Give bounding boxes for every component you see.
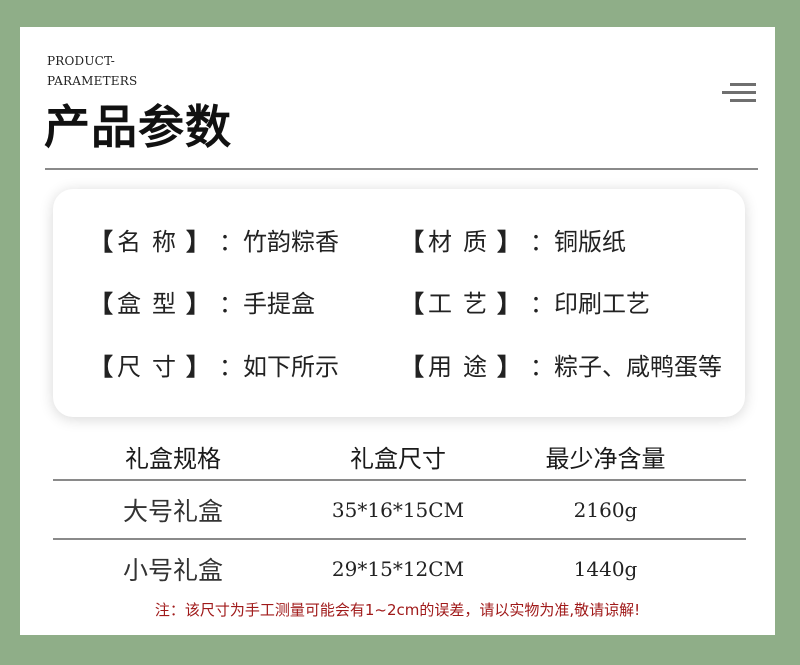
bracket-open: 【 <box>89 353 113 381</box>
param-row: 【 盒型 】 ： 手提盒 【 工艺 】 ： 印刷工艺 <box>53 284 745 324</box>
table-header: 礼盒规格 礼盒尺寸 最少净含量 <box>53 432 746 480</box>
param-label: 材质 <box>428 228 498 256</box>
param-label: 名称 <box>117 228 187 256</box>
table-row: 小号礼盒 29*15*12CM 1440g <box>53 540 746 598</box>
cell-spec: 小号礼盒 <box>122 556 223 585</box>
param-value: 铜版纸 <box>554 228 626 256</box>
bracket-open: 【 <box>89 290 113 318</box>
bracket-open: 【 <box>400 228 424 256</box>
cell-weight: 1440g <box>573 557 638 581</box>
parameters-card: 【 名称 】 ： 竹韵粽香 【 材质 】 ： 铜版纸 【 盒型 】 ： 手提盒 … <box>53 189 745 417</box>
param-colon: ： <box>530 353 554 381</box>
param-label: 用途 <box>428 353 498 381</box>
param-value: 手提盒 <box>243 290 315 318</box>
bracket-open: 【 <box>400 290 424 318</box>
bracket-open: 【 <box>89 228 113 256</box>
title-divider <box>45 168 758 170</box>
bracket-close: 】 <box>497 228 521 256</box>
measurement-note: 注：该尺寸为手工测量可能会有1~2cm的误差，请以实物为准,敬请谅解! <box>154 601 641 619</box>
param-row: 【 尺寸 】 ： 如下所示 【 用途 】 ： 粽子、咸鸭蛋等 <box>53 347 745 387</box>
param-value: 粽子、咸鸭蛋等 <box>554 353 722 381</box>
parameter-sheet: PRODUCT- PARAMETERS 产品参数 【 名称 】 ： 竹韵粽香 【… <box>20 27 775 635</box>
param-label: 盒型 <box>117 290 187 318</box>
param-colon: ： <box>530 228 554 256</box>
param-row: 【 名称 】 ： 竹韵粽香 【 材质 】 ： 铜版纸 <box>53 222 745 262</box>
cell-weight: 2160g <box>573 498 638 522</box>
bracket-close: 】 <box>186 290 210 318</box>
cell-spec: 大号礼盒 <box>122 497 223 526</box>
table-row: 大号礼盒 35*16*15CM 2160g <box>53 481 746 539</box>
bracket-close: 】 <box>497 290 521 318</box>
eyebrow-text: PRODUCT- PARAMETERS <box>47 51 137 91</box>
param-colon: ： <box>219 353 243 381</box>
param-colon: ： <box>219 228 243 256</box>
menu-lines-icon <box>722 83 756 105</box>
param-value: 印刷工艺 <box>554 290 650 318</box>
bracket-close: 】 <box>186 228 210 256</box>
param-value: 如下所示 <box>243 353 339 381</box>
eyebrow-line-1: PRODUCT- <box>47 54 115 68</box>
param-label: 尺寸 <box>117 353 187 381</box>
param-colon: ： <box>530 290 554 318</box>
header-cell-size: 礼盒尺寸 <box>350 444 446 473</box>
param-colon: ： <box>219 290 243 318</box>
header-cell-weight: 最少净含量 <box>545 444 666 473</box>
cell-size: 35*16*15CM <box>331 498 465 522</box>
eyebrow-line-2: PARAMETERS <box>47 74 138 88</box>
param-label: 工艺 <box>428 290 498 318</box>
cell-size: 29*15*12CM <box>331 557 465 581</box>
bracket-close: 】 <box>497 353 521 381</box>
bracket-close: 】 <box>186 353 210 381</box>
bracket-open: 【 <box>400 353 424 381</box>
param-value: 竹韵粽香 <box>243 228 339 256</box>
page-title: 产品参数 <box>44 100 232 154</box>
header-cell-spec: 礼盒规格 <box>125 444 221 473</box>
